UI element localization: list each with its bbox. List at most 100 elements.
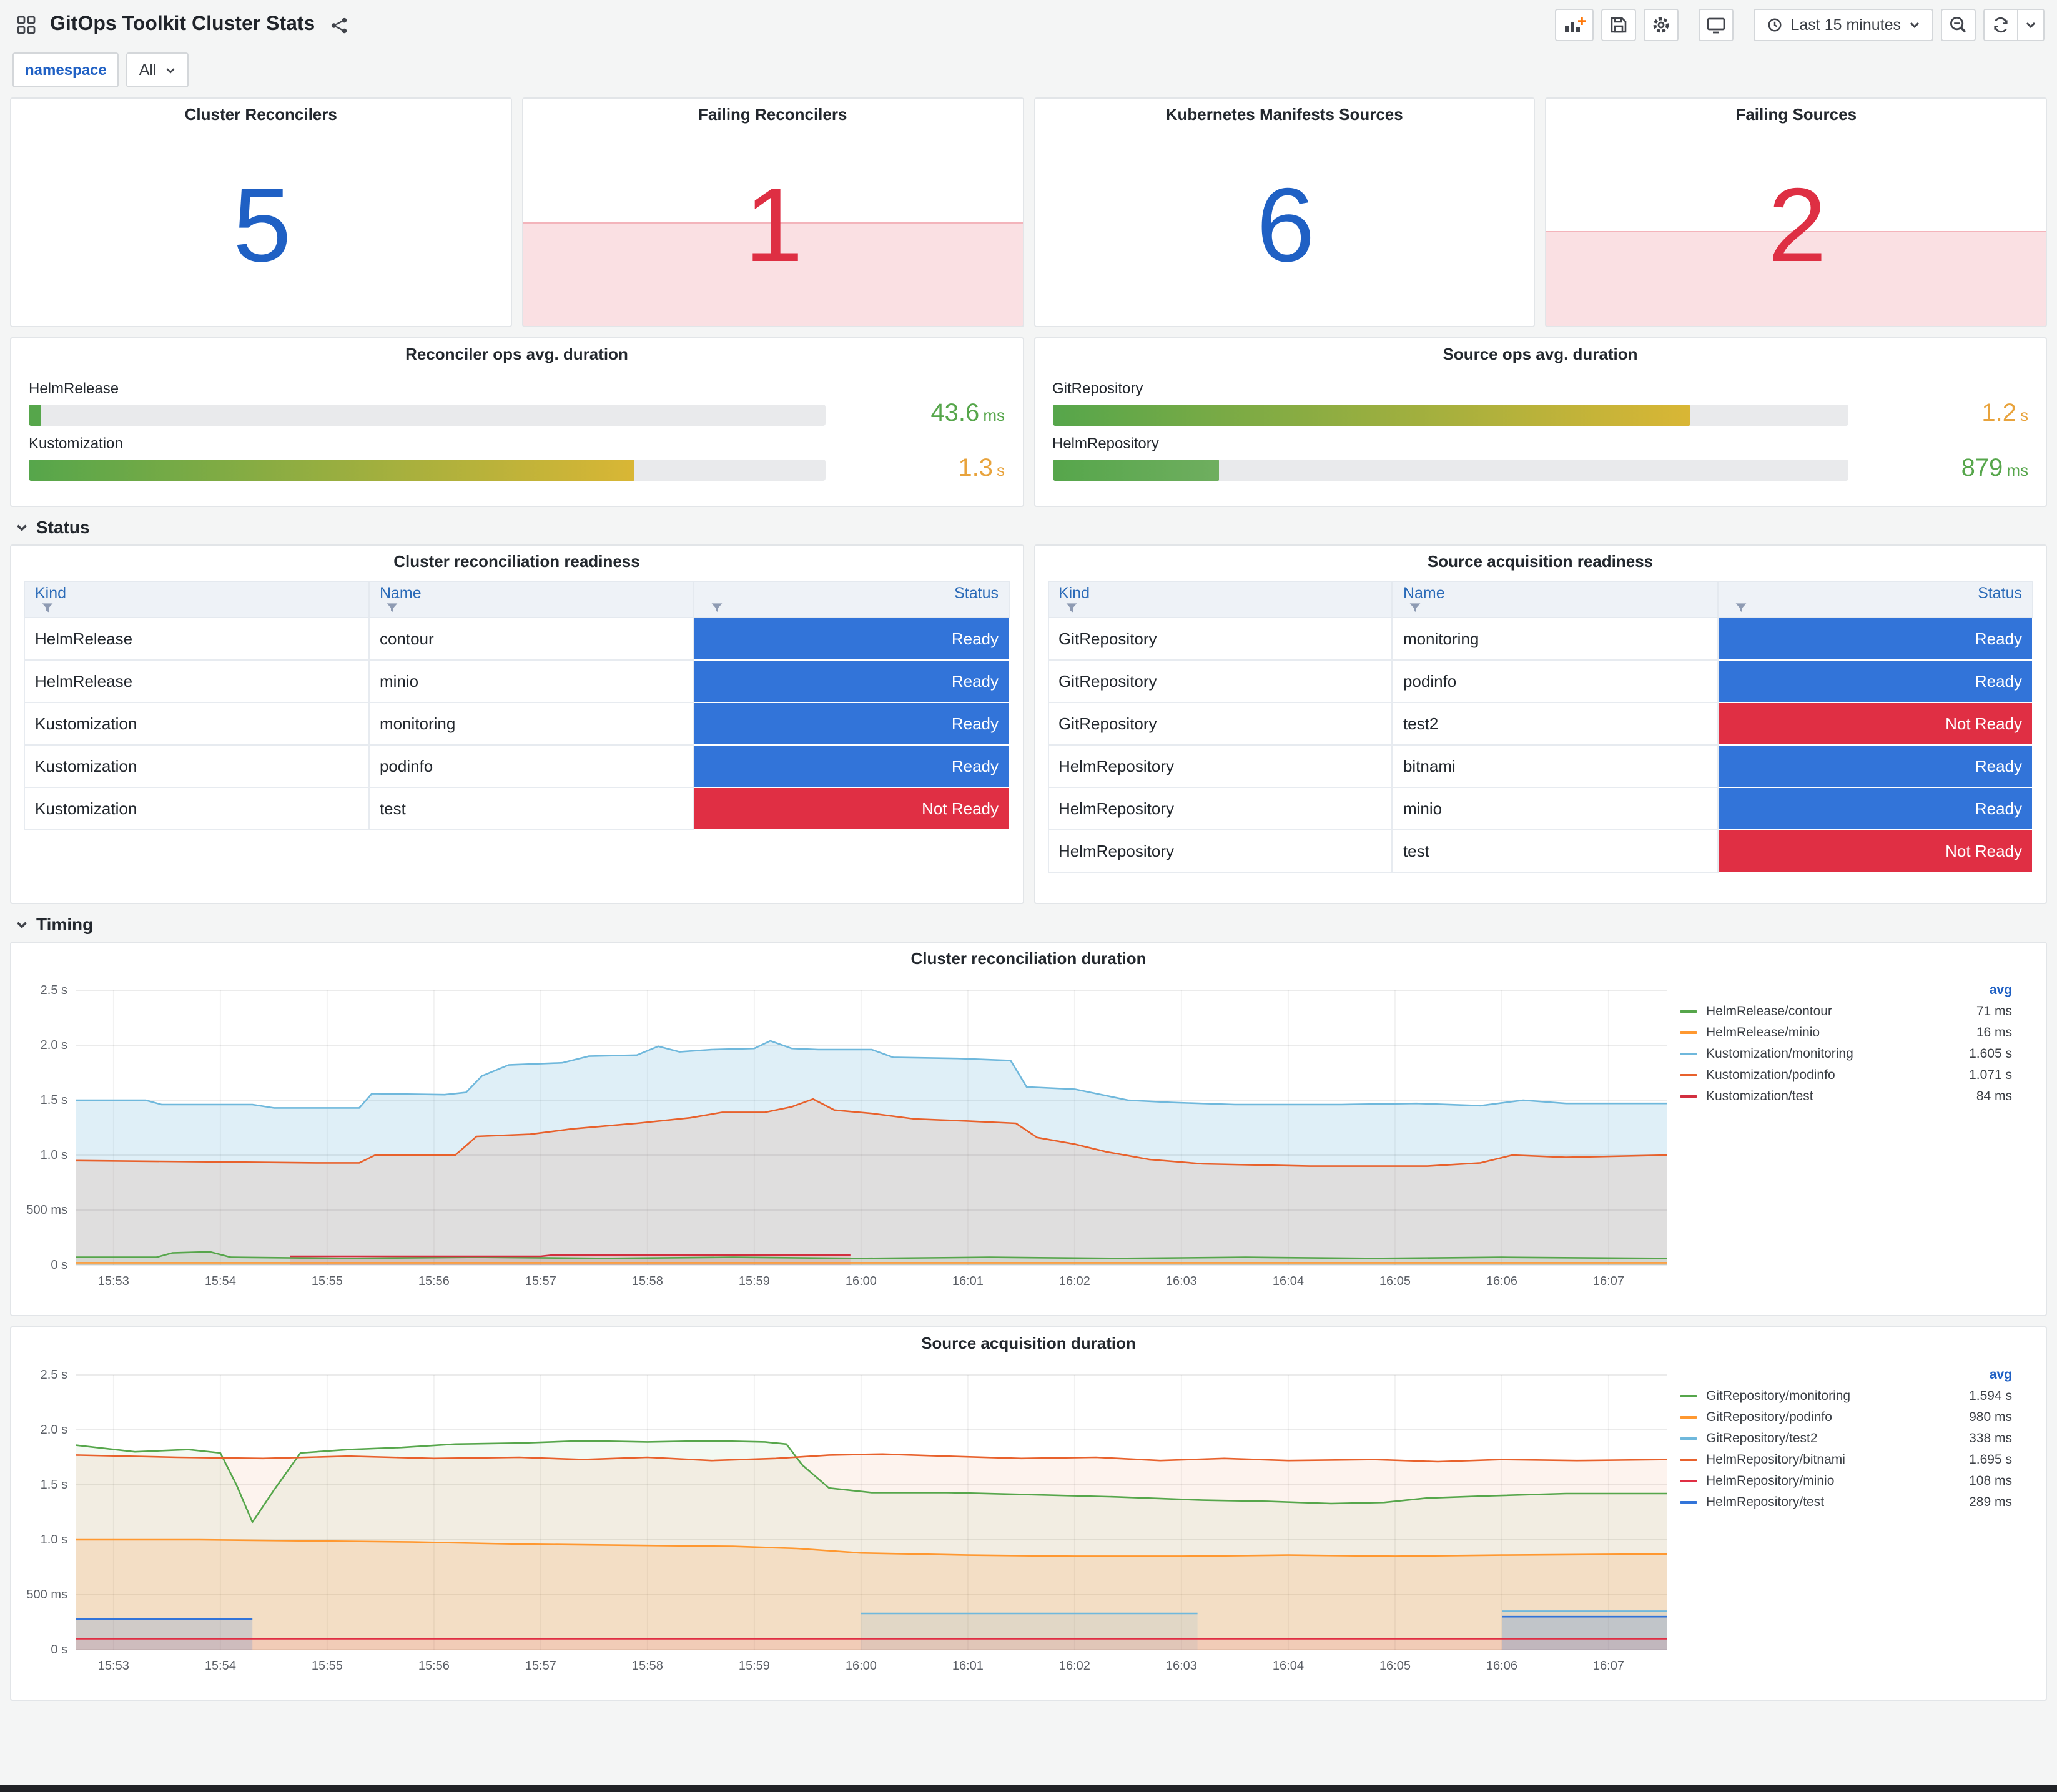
- table-row: Kustomization monitoring Ready: [24, 702, 1010, 746]
- gauge-value: 1.3 s: [842, 456, 1005, 483]
- dashboard-grid-icon[interactable]: [12, 11, 40, 39]
- stat-value: 1: [744, 165, 803, 283]
- filter-funnel-icon[interactable]: [386, 602, 398, 614]
- legend-item[interactable]: GitRepository/test2 338 ms: [1680, 1427, 2012, 1449]
- legend-item[interactable]: HelmRepository/test 289 ms: [1680, 1491, 2012, 1512]
- filter-funnel-icon[interactable]: [1065, 602, 1077, 614]
- x-axis-label: 15:55: [312, 1659, 343, 1673]
- cell-kind: HelmRelease: [24, 617, 370, 661]
- legend-series-avg: 16 ms: [1976, 1025, 2012, 1040]
- add-panel-button[interactable]: [1554, 9, 1594, 41]
- legend-item[interactable]: Kustomization/podinfo 1.071 s: [1680, 1064, 2012, 1085]
- legend-series-color: [1680, 1415, 1697, 1418]
- dashboard-settings-button[interactable]: [1643, 9, 1679, 41]
- gauge-body: HelmRelease 43.6 ms Kustomization 1.3 s: [11, 371, 1022, 486]
- zoom-out-time-button[interactable]: [1941, 9, 1976, 41]
- refresh-button[interactable]: [1983, 9, 2018, 41]
- legend-item[interactable]: HelmRepository/minio 108 ms: [1680, 1470, 2012, 1491]
- legend-item[interactable]: HelmRelease/minio 16 ms: [1680, 1022, 2012, 1043]
- filter-funnel-icon[interactable]: [1409, 602, 1422, 614]
- filter-funnel-icon[interactable]: [41, 602, 54, 614]
- gauge-bar-fill: [29, 404, 42, 425]
- legend-item[interactable]: HelmRelease/contour 71 ms: [1680, 1000, 2012, 1022]
- chart-canvas[interactable]: 0 s 500 ms 1.0 s 1.5 s 2.0 s 2.5 s 15:53 15:54 1…: [16, 975, 1680, 1295]
- legend-item[interactable]: GitRepository/podinfo 980 ms: [1680, 1406, 2012, 1427]
- column-header-status[interactable]: Status: [693, 581, 1010, 618]
- panel-title[interactable]: Failing Reconcilers: [523, 99, 1023, 131]
- stat-panel: Cluster Reconcilers 5: [10, 97, 512, 327]
- section-header-status[interactable]: Status: [15, 517, 2042, 537]
- legend-item[interactable]: GitRepository/monitoring 1.594 s: [1680, 1385, 2012, 1406]
- column-header-label: Kind: [35, 584, 67, 602]
- column-header-name[interactable]: Name: [368, 581, 695, 618]
- legend-item[interactable]: Kustomization/test 84 ms: [1680, 1085, 2012, 1106]
- gauge-label: HelmRepository: [1052, 435, 1159, 452]
- filter-funnel-icon[interactable]: [1734, 602, 1747, 614]
- column-header-kind[interactable]: Kind: [24, 581, 370, 618]
- legend-series-name[interactable]: Kustomization/test: [1706, 1088, 1976, 1103]
- x-axis-label: 15:53: [98, 1659, 129, 1673]
- x-axis-label: 16:01: [952, 1274, 984, 1288]
- legend-series-name[interactable]: HelmRelease/contour: [1706, 1003, 1976, 1018]
- panel-title[interactable]: Failing Sources: [1547, 99, 2046, 131]
- cell-name: test2: [1391, 702, 1719, 746]
- panel-title[interactable]: Reconciler ops avg. duration: [11, 338, 1022, 371]
- legend-series-avg: 289 ms: [1969, 1494, 2012, 1509]
- legend-series-name[interactable]: Kustomization/podinfo: [1706, 1067, 1969, 1082]
- time-range-picker[interactable]: Last 15 minutes: [1753, 9, 1933, 41]
- legend-series-name[interactable]: GitRepository/monitoring: [1706, 1388, 1969, 1403]
- legend-series-color: [1680, 1052, 1697, 1055]
- legend-item[interactable]: Kustomization/monitoring 1.605 s: [1680, 1043, 2012, 1064]
- panel-title[interactable]: Cluster Reconcilers: [11, 99, 511, 131]
- variable-value-dropdown[interactable]: All: [126, 52, 189, 87]
- legend-series-name[interactable]: HelmRepository/bitnami: [1706, 1452, 1969, 1467]
- column-header-status[interactable]: Status: [1717, 581, 2034, 618]
- gauge-panel: Reconciler ops avg. duration HelmRelease 4…: [10, 337, 1024, 507]
- cell-name: monitoring: [1391, 617, 1719, 661]
- gauge-value-number: 43.6: [930, 400, 980, 427]
- cycle-view-button[interactable]: [1698, 9, 1734, 41]
- legend-series-color: [1680, 1010, 1697, 1012]
- legend-series-color: [1680, 1500, 1697, 1503]
- panel-title[interactable]: Kubernetes Manifests Sources: [1035, 99, 1534, 131]
- panel-title[interactable]: Source acquisition duration: [11, 1327, 2046, 1360]
- refresh-interval-dropdown[interactable]: [2017, 9, 2045, 41]
- legend-series-name[interactable]: Kustomization/monitoring: [1706, 1046, 1969, 1061]
- legend-series-name[interactable]: GitRepository/test2: [1706, 1430, 1969, 1445]
- panel-title[interactable]: Source acquisition readiness: [1035, 546, 2046, 578]
- legend-series-avg: 1.594 s: [1969, 1388, 2012, 1403]
- section-header-timing[interactable]: Timing: [15, 914, 2042, 934]
- chevron-down-icon: [17, 921, 27, 928]
- legend-series-avg: 1.695 s: [1969, 1452, 2012, 1467]
- gauge-bar-fill: [29, 459, 634, 480]
- gauge-row: 1.3 s: [29, 456, 1005, 483]
- variables-bar: namespace All: [12, 52, 2045, 87]
- column-header-name[interactable]: Name: [1391, 581, 1719, 618]
- y-axis-label: 2.5 s: [41, 983, 67, 997]
- filter-funnel-icon[interactable]: [711, 602, 723, 614]
- cell-kind: GitRepository: [1047, 702, 1393, 746]
- gauge-bar-fill: [1052, 404, 1689, 425]
- chart-canvas[interactable]: 0 s 500 ms 1.0 s 1.5 s 2.0 s 2.5 s 15:53 15:54 1…: [16, 1360, 1680, 1680]
- legend-item[interactable]: HelmRepository/bitnami 1.695 s: [1680, 1449, 2012, 1470]
- column-header-kind[interactable]: Kind: [1047, 581, 1393, 618]
- chart-panels-column: Cluster reconciliation duration 0 s 500 ms…: [0, 942, 2057, 1701]
- series-area: [76, 1454, 1667, 1650]
- legend-series-name[interactable]: HelmRelease/minio: [1706, 1025, 1976, 1040]
- y-axis-label: 1.0 s: [41, 1533, 67, 1547]
- share-icon[interactable]: [325, 11, 352, 39]
- legend-series-name[interactable]: HelmRepository/test: [1706, 1494, 1969, 1509]
- save-dashboard-button[interactable]: [1601, 9, 1636, 41]
- legend-series-name[interactable]: HelmRepository/minio: [1706, 1473, 1969, 1488]
- panel-title[interactable]: Cluster reconciliation readiness: [11, 546, 1022, 578]
- panel-title[interactable]: Cluster reconciliation duration: [11, 943, 2046, 975]
- cell-kind: HelmRelease: [24, 659, 370, 703]
- readiness-table: Kind Name Status HelmRelease contour Ready Hel…: [24, 581, 1010, 830]
- legend-series-name[interactable]: GitRepository/podinfo: [1706, 1409, 1969, 1424]
- legend-series-color: [1680, 1073, 1697, 1076]
- panel-title[interactable]: Source ops avg. duration: [1035, 338, 2046, 371]
- bottom-edge-strip: [0, 1785, 2057, 1792]
- chart-content: 0 s 500 ms 1.0 s 1.5 s 2.0 s 2.5 s 15:53 15:54 1…: [11, 1360, 2046, 1680]
- chevron-down-icon: [1910, 22, 1920, 29]
- variable-label-namespace: namespace: [12, 52, 119, 87]
